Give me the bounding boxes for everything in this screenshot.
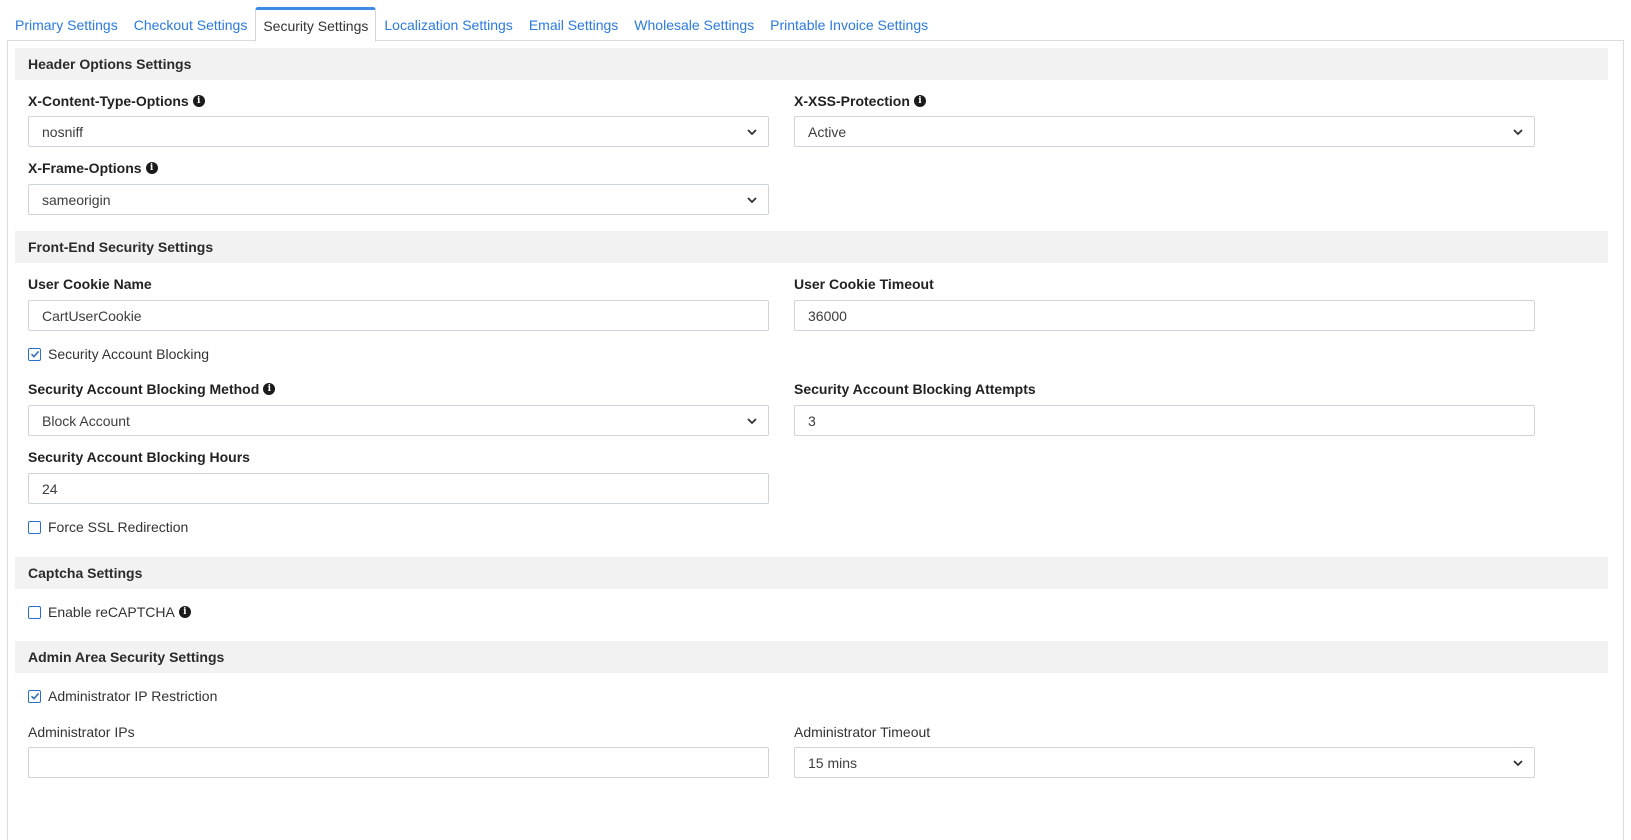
admin-ips-input[interactable] bbox=[28, 747, 769, 778]
blocking-method-label: Security Account Blocking Method i bbox=[28, 381, 276, 397]
checkbox-label[interactable]: Security Account Blocking bbox=[48, 346, 209, 362]
info-icon[interactable]: i bbox=[145, 162, 158, 174]
settings-tabs: Primary Settings Checkout Settings Secur… bbox=[7, 7, 936, 42]
input-value: 3 bbox=[808, 412, 816, 429]
input-value: CartUserCookie bbox=[42, 307, 142, 324]
tab-panel bbox=[7, 40, 1624, 840]
info-icon[interactable]: i bbox=[178, 606, 191, 618]
user-cookie-name-input[interactable]: CartUserCookie bbox=[28, 300, 769, 331]
label-text: X-Frame-Options bbox=[28, 160, 142, 176]
frame-options-select[interactable]: sameorigin bbox=[28, 184, 769, 215]
select-value: nosniff bbox=[42, 123, 83, 140]
label-text: Security Account Blocking Attempts bbox=[794, 381, 1036, 397]
select-value: Active bbox=[808, 123, 847, 140]
select-value: 15 mins bbox=[808, 754, 858, 771]
section-header-options: Header Options Settings bbox=[15, 48, 1608, 80]
checkbox-label[interactable]: Administrator IP Restriction bbox=[48, 688, 217, 704]
section-title: Admin Area Security Settings bbox=[28, 649, 225, 665]
user-cookie-name-label: User Cookie Name bbox=[28, 276, 152, 292]
select-value: Block Account bbox=[42, 412, 130, 429]
recaptcha-checkbox[interactable] bbox=[28, 605, 41, 619]
tab-printable-invoice-settings[interactable]: Printable Invoice Settings bbox=[762, 7, 936, 41]
content-type-options-select[interactable]: nosniff bbox=[28, 116, 769, 147]
content-type-options-label: X-Content-Type-Options i bbox=[28, 93, 205, 109]
ip-restriction-checkbox[interactable] bbox=[28, 689, 41, 703]
security-settings-page: Primary Settings Checkout Settings Secur… bbox=[0, 0, 1631, 840]
checkmark-icon bbox=[30, 350, 39, 358]
input-value: 24 bbox=[42, 480, 58, 497]
select-value: sameorigin bbox=[42, 191, 111, 208]
admin-timeout-label: Administrator Timeout bbox=[794, 724, 930, 740]
section-frontend-security: Front-End Security Settings bbox=[15, 231, 1608, 263]
section-title: Captcha Settings bbox=[28, 565, 143, 581]
tab-localization-settings[interactable]: Localization Settings bbox=[376, 7, 520, 41]
security-account-blocking-checkbox[interactable] bbox=[28, 347, 41, 361]
label-text: Security Account Blocking Method bbox=[28, 381, 260, 397]
label-text: User Cookie Name bbox=[28, 276, 152, 292]
tab-primary-settings[interactable]: Primary Settings bbox=[7, 7, 126, 41]
label-text: Administrator IPs bbox=[28, 724, 135, 740]
tab-email-settings[interactable]: Email Settings bbox=[521, 7, 626, 41]
section-captcha: Captcha Settings bbox=[15, 557, 1608, 589]
info-icon[interactable]: i bbox=[263, 383, 276, 395]
chevron-down-icon bbox=[747, 129, 757, 136]
xss-protection-select[interactable]: Active bbox=[794, 116, 1535, 147]
input-value: 36000 bbox=[808, 307, 847, 324]
chevron-down-icon bbox=[747, 197, 757, 204]
label-text: User Cookie Timeout bbox=[794, 276, 934, 292]
label-text: X-XSS-Protection bbox=[794, 93, 910, 109]
info-icon[interactable]: i bbox=[192, 95, 205, 107]
blocking-hours-label: Security Account Blocking Hours bbox=[28, 449, 250, 465]
force-ssl-checkbox[interactable] bbox=[28, 520, 41, 534]
recaptcha-row: Enable reCAPTCHA i bbox=[28, 604, 191, 620]
section-title: Header Options Settings bbox=[28, 56, 192, 72]
label-text: Administrator Timeout bbox=[794, 724, 931, 740]
checkmark-icon bbox=[30, 692, 39, 700]
chevron-down-icon bbox=[747, 418, 757, 425]
admin-timeout-select[interactable]: 15 mins bbox=[794, 747, 1535, 778]
tab-wholesale-settings[interactable]: Wholesale Settings bbox=[626, 7, 762, 41]
xss-protection-label: X-XSS-Protection i bbox=[794, 93, 926, 109]
blocking-attempts-label: Security Account Blocking Attempts bbox=[794, 381, 1036, 397]
security-account-blocking-row: Security Account Blocking bbox=[28, 346, 209, 362]
tab-security-settings[interactable]: Security Settings bbox=[255, 7, 377, 42]
section-title: Front-End Security Settings bbox=[28, 239, 214, 255]
tab-checkout-settings[interactable]: Checkout Settings bbox=[126, 7, 256, 41]
chevron-down-icon bbox=[1513, 760, 1523, 767]
chevron-down-icon bbox=[1513, 129, 1523, 136]
frame-options-label: X-Frame-Options i bbox=[28, 160, 158, 176]
blocking-hours-input[interactable]: 24 bbox=[28, 473, 769, 504]
force-ssl-row: Force SSL Redirection bbox=[28, 519, 188, 535]
user-cookie-timeout-label: User Cookie Timeout bbox=[794, 276, 934, 292]
blocking-method-select[interactable]: Block Account bbox=[28, 405, 769, 436]
ip-restriction-row: Administrator IP Restriction bbox=[28, 688, 217, 704]
checkbox-label[interactable]: Enable reCAPTCHA bbox=[48, 604, 175, 620]
section-admin-security: Admin Area Security Settings bbox=[15, 641, 1608, 673]
label-text: Security Account Blocking Hours bbox=[28, 449, 250, 465]
admin-ips-label: Administrator IPs bbox=[28, 724, 135, 740]
checkbox-label[interactable]: Force SSL Redirection bbox=[48, 519, 188, 535]
info-icon[interactable]: i bbox=[913, 95, 926, 107]
label-text: X-Content-Type-Options bbox=[28, 93, 189, 109]
blocking-attempts-input[interactable]: 3 bbox=[794, 405, 1535, 436]
user-cookie-timeout-input[interactable]: 36000 bbox=[794, 300, 1535, 331]
